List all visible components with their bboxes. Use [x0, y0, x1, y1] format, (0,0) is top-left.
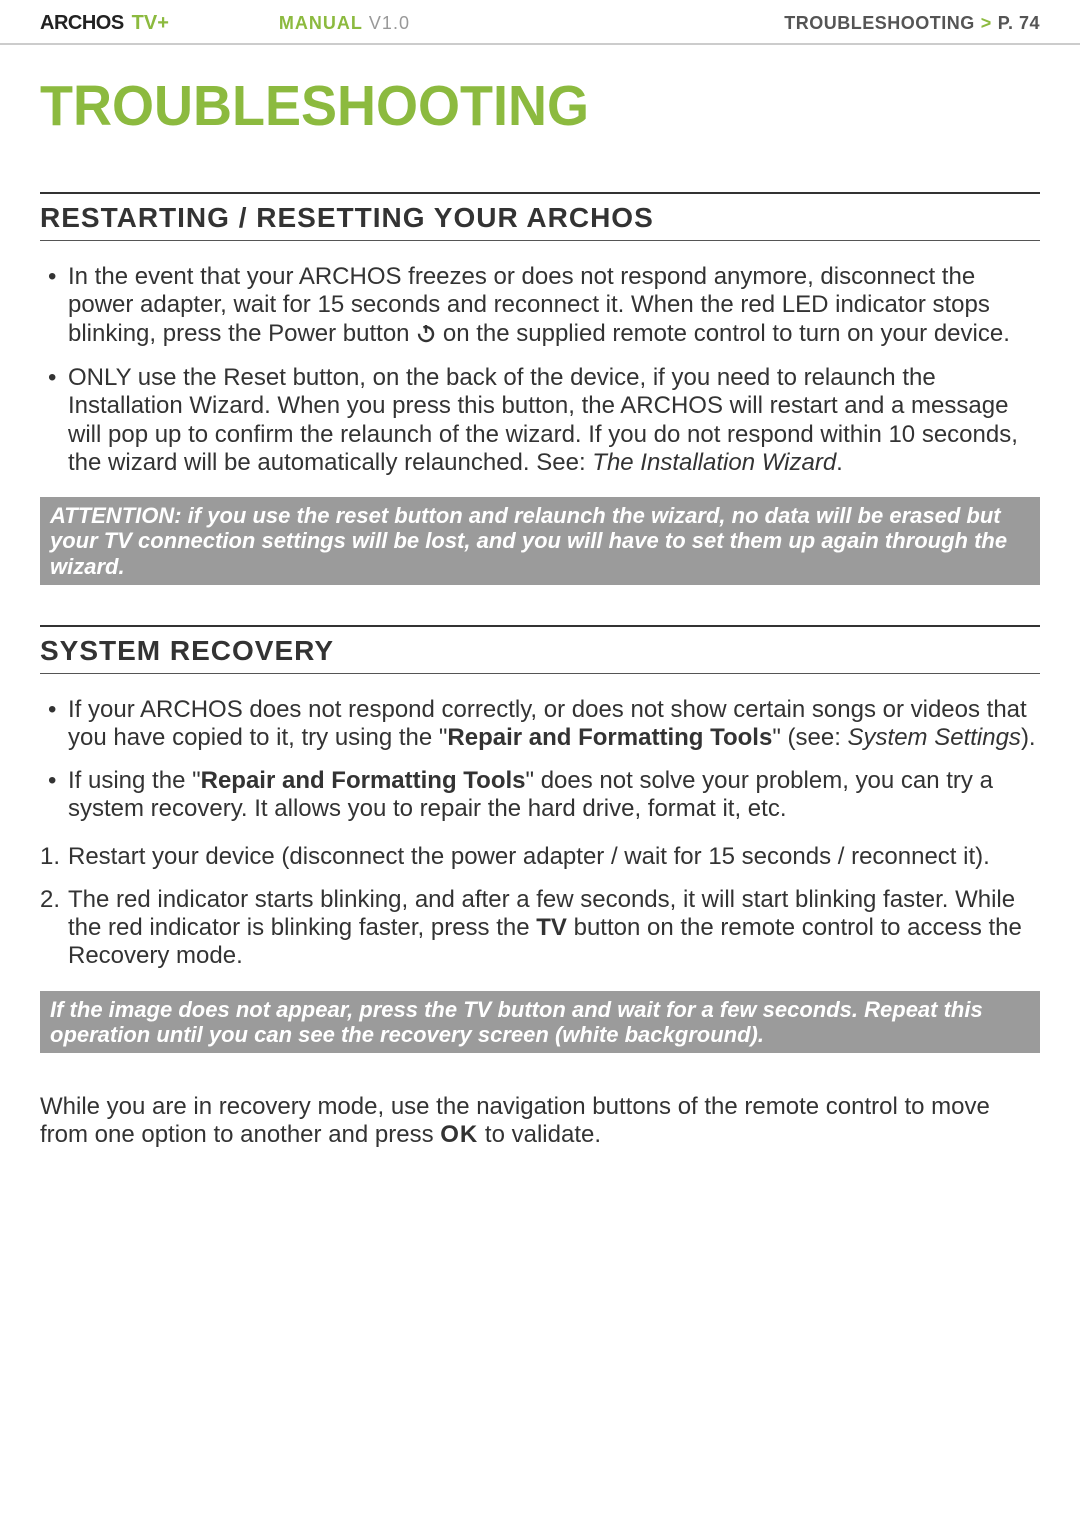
header-page: P. 74 [998, 13, 1040, 34]
list-item: The red indicator starts blinking, and a… [40, 886, 1040, 971]
brand-sub: TV+ [132, 12, 169, 35]
numbered-list: Restart your device (disconnect the powe… [40, 843, 1040, 970]
power-icon [416, 322, 436, 350]
page-title: TROUBLESHOOTING [40, 73, 1040, 138]
body-text-italic: The Installation Wizard [592, 449, 836, 476]
section-title-restarting: RESTARTING / RESETTING YOUR ARCHOS [40, 200, 1040, 241]
section-title-system-recovery: SYSTEM RECOVERY [40, 633, 1040, 674]
body-text-italic: System Settings [848, 724, 1021, 751]
header-section: TROUBLESHOOTING [784, 13, 975, 34]
list-item: If using the "Repair and Formatting Tool… [40, 767, 1040, 824]
manual-block: MANUAL V1.0 [279, 13, 410, 34]
body-text-bold: TV [536, 914, 567, 941]
brand-block: ARCHOS TV+ [40, 12, 169, 35]
body-text-bold: Repair and Formatting Tools [447, 724, 772, 751]
ok-button-glyph: OK [440, 1121, 478, 1148]
header-right: TROUBLESHOOTING > P. 74 [784, 13, 1040, 34]
body-text: If using the " [68, 767, 201, 794]
manual-version: V1.0 [369, 13, 410, 34]
list-item: If your ARCHOS does not respond correctl… [40, 696, 1040, 753]
page-header: ARCHOS TV+ MANUAL V1.0 TROUBLESHOOTING >… [0, 0, 1080, 45]
body-text: to validate. [478, 1121, 601, 1148]
body-paragraph: While you are in recovery mode, use the … [40, 1093, 1040, 1150]
body-text: " (see: [772, 724, 847, 751]
page-content: TROUBLESHOOTING RESTARTING / RESETTING Y… [0, 45, 1080, 1190]
section-rule [40, 625, 1040, 627]
list-item: ONLY use the Reset button, on the back o… [40, 364, 1040, 477]
body-text: Restart your device (disconnect the powe… [68, 843, 990, 870]
body-text: . [836, 449, 843, 476]
brand-main: ARCHOS [40, 12, 124, 35]
list-item: Restart your device (disconnect the powe… [40, 843, 1040, 871]
info-callout: If the image does not appear, press the … [40, 991, 1040, 1054]
body-text: ONLY use the Reset button, on the back o… [68, 364, 1018, 476]
body-text: on the supplied remote control to turn o… [436, 320, 1010, 347]
manual-label: MANUAL [279, 13, 363, 34]
body-text: ). [1021, 724, 1036, 751]
section-rule [40, 192, 1040, 194]
list-item: In the event that your ARCHOS freezes or… [40, 263, 1040, 350]
header-arrow-icon: > [981, 13, 992, 34]
attention-callout: ATTENTION: if you use the reset button a… [40, 497, 1040, 585]
bullet-list: In the event that your ARCHOS freezes or… [40, 263, 1040, 477]
body-text-bold: Repair and Formatting Tools [201, 767, 526, 794]
bullet-list: If your ARCHOS does not respond correctl… [40, 696, 1040, 823]
